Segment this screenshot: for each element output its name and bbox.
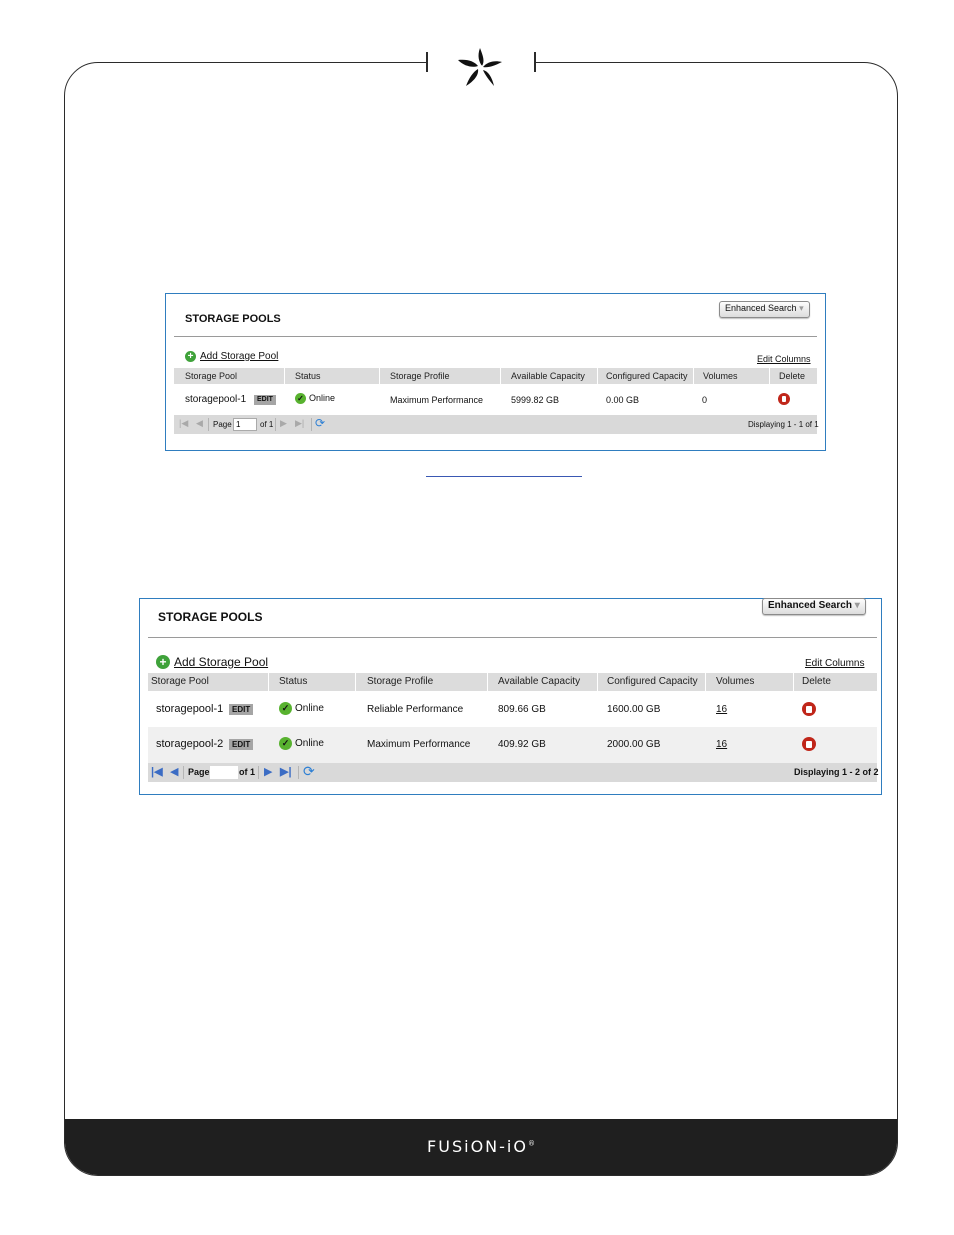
volumes-link[interactable]: 16 <box>716 704 727 715</box>
edit-columns-link[interactable]: Edit Columns <box>757 354 811 364</box>
refresh-icon[interactable]: ⟳ <box>303 763 315 780</box>
storage-pools-panel-large: STORAGE POOLS Enhanced Search ▾ + Add St… <box>139 598 882 795</box>
available-capacity: 809.66 GB <box>498 704 546 715</box>
table-row[interactable]: storagepool-1 EDIT ✓ Online Maximum Perfo… <box>174 388 817 412</box>
volumes-link[interactable]: 16 <box>716 739 727 750</box>
table-header: Storage Pool Status Storage Profile Avai… <box>148 673 877 691</box>
status-cell: ✓ Online <box>279 737 324 750</box>
title-divider <box>148 637 877 638</box>
enhanced-search-button[interactable]: Enhanced Search ▾ <box>762 598 866 615</box>
storage-profile: Reliable Performance <box>367 704 464 715</box>
trash-icon[interactable] <box>778 393 790 405</box>
configured-capacity: 1600.00 GB <box>607 704 661 715</box>
page-input[interactable]: 1 <box>233 418 257 431</box>
edit-button[interactable]: EDIT <box>229 704 254 715</box>
refresh-icon[interactable]: ⟳ <box>315 416 325 430</box>
table-row[interactable]: storagepool-2 EDIT ✓ Online Maximum Perfo… <box>148 727 877 763</box>
star-logo-icon <box>458 48 502 86</box>
page-label: Page <box>213 420 232 429</box>
page-input[interactable] <box>210 766 238 779</box>
footer-bar: FUSiON-iO® <box>65 1119 897 1175</box>
check-circle-icon: ✓ <box>279 737 292 750</box>
col-storage-pool[interactable]: Storage Pool <box>151 673 209 691</box>
col-volumes[interactable]: Volumes <box>716 673 754 691</box>
logo-divider-right <box>534 52 536 72</box>
configured-capacity: 0.00 GB <box>606 395 640 405</box>
pagination-bar: |◀ ◀ Page 1 of 1 ▶ ▶| ⟳ Displaying 1 - 2… <box>148 763 879 782</box>
pool-name: storagepool-2 <box>156 738 224 750</box>
page-of-label: of 1 <box>239 767 256 777</box>
col-status[interactable]: Status <box>295 368 321 384</box>
volumes-count: 0 <box>702 395 708 405</box>
col-status[interactable]: Status <box>279 673 307 691</box>
available-capacity: 409.92 GB <box>498 739 546 750</box>
trash-icon[interactable] <box>802 702 816 716</box>
col-delete[interactable]: Delete <box>779 368 805 384</box>
col-available-capacity[interactable]: Available Capacity <box>498 673 580 691</box>
chevron-down-icon: ▾ <box>799 303 804 313</box>
plus-circle-icon: + <box>156 655 170 669</box>
col-delete[interactable]: Delete <box>802 673 831 691</box>
chevron-down-icon: ▾ <box>854 600 860 611</box>
add-storage-pool-link[interactable]: + Add Storage Pool <box>185 351 278 362</box>
col-configured-capacity[interactable]: Configured Capacity <box>607 673 698 691</box>
storage-pools-panel-small: STORAGE POOLS Enhanced Search ▾ + Add St… <box>165 293 826 451</box>
panel-title: STORAGE POOLS <box>158 610 263 624</box>
table-header: Storage Pool Status Storage Profile Avai… <box>174 368 817 384</box>
add-storage-pool-link[interactable]: + Add Storage Pool <box>156 655 268 669</box>
plus-circle-icon: + <box>185 351 196 362</box>
check-circle-icon: ✓ <box>295 393 306 405</box>
first-page-icon[interactable]: |◀ <box>151 765 163 778</box>
panel-title: STORAGE POOLS <box>185 313 281 325</box>
status-cell: ✓ Online <box>295 393 335 405</box>
configured-capacity: 2000.00 GB <box>607 739 661 750</box>
col-storage-profile[interactable]: Storage Profile <box>367 673 433 691</box>
title-divider <box>174 336 817 337</box>
caption-link-underline[interactable] <box>426 476 582 477</box>
edit-columns-link[interactable]: Edit Columns <box>805 658 864 669</box>
prev-page-icon[interactable]: ◀ <box>196 418 203 429</box>
enhanced-search-button[interactable]: Enhanced Search ▾ <box>719 301 810 318</box>
footer-brand: FUSiON-iO® <box>427 1137 535 1156</box>
pagination-bar: |◀ ◀ Page 1 of 1 ▶ ▶| ⟳ Displaying 1 - 1… <box>174 415 819 434</box>
logo-divider-left <box>426 52 428 72</box>
col-volumes[interactable]: Volumes <box>703 368 738 384</box>
col-storage-profile[interactable]: Storage Profile <box>390 368 450 384</box>
pool-name: storagepool-1 <box>156 703 224 715</box>
last-page-icon[interactable]: ▶| <box>280 765 292 778</box>
available-capacity: 5999.82 GB <box>511 395 560 405</box>
check-circle-icon: ✓ <box>279 702 292 715</box>
displaying-count: Displaying 1 - 2 of 2 <box>794 767 879 777</box>
col-available-capacity[interactable]: Available Capacity <box>511 368 585 384</box>
col-configured-capacity[interactable]: Configured Capacity <box>606 368 688 384</box>
page-of-label: of 1 <box>260 420 274 429</box>
trash-icon[interactable] <box>802 737 816 751</box>
prev-page-icon[interactable]: ◀ <box>170 765 178 778</box>
table-row[interactable]: storagepool-1 EDIT ✓ Online Reliable Perf… <box>148 692 877 727</box>
next-page-icon[interactable]: ▶ <box>280 418 287 429</box>
first-page-icon[interactable]: |◀ <box>179 418 188 429</box>
storage-profile: Maximum Performance <box>390 395 484 405</box>
status-cell: ✓ Online <box>279 702 324 715</box>
edit-button[interactable]: EDIT <box>229 739 254 750</box>
next-page-icon[interactable]: ▶ <box>264 765 272 778</box>
last-page-icon[interactable]: ▶| <box>295 418 304 429</box>
edit-button[interactable]: EDIT <box>254 395 276 405</box>
pool-name: storagepool-1 <box>185 394 247 405</box>
storage-profile: Maximum Performance <box>367 739 471 750</box>
displaying-count: Displaying 1 - 1 of 1 <box>748 420 819 429</box>
col-storage-pool[interactable]: Storage Pool <box>185 368 237 384</box>
